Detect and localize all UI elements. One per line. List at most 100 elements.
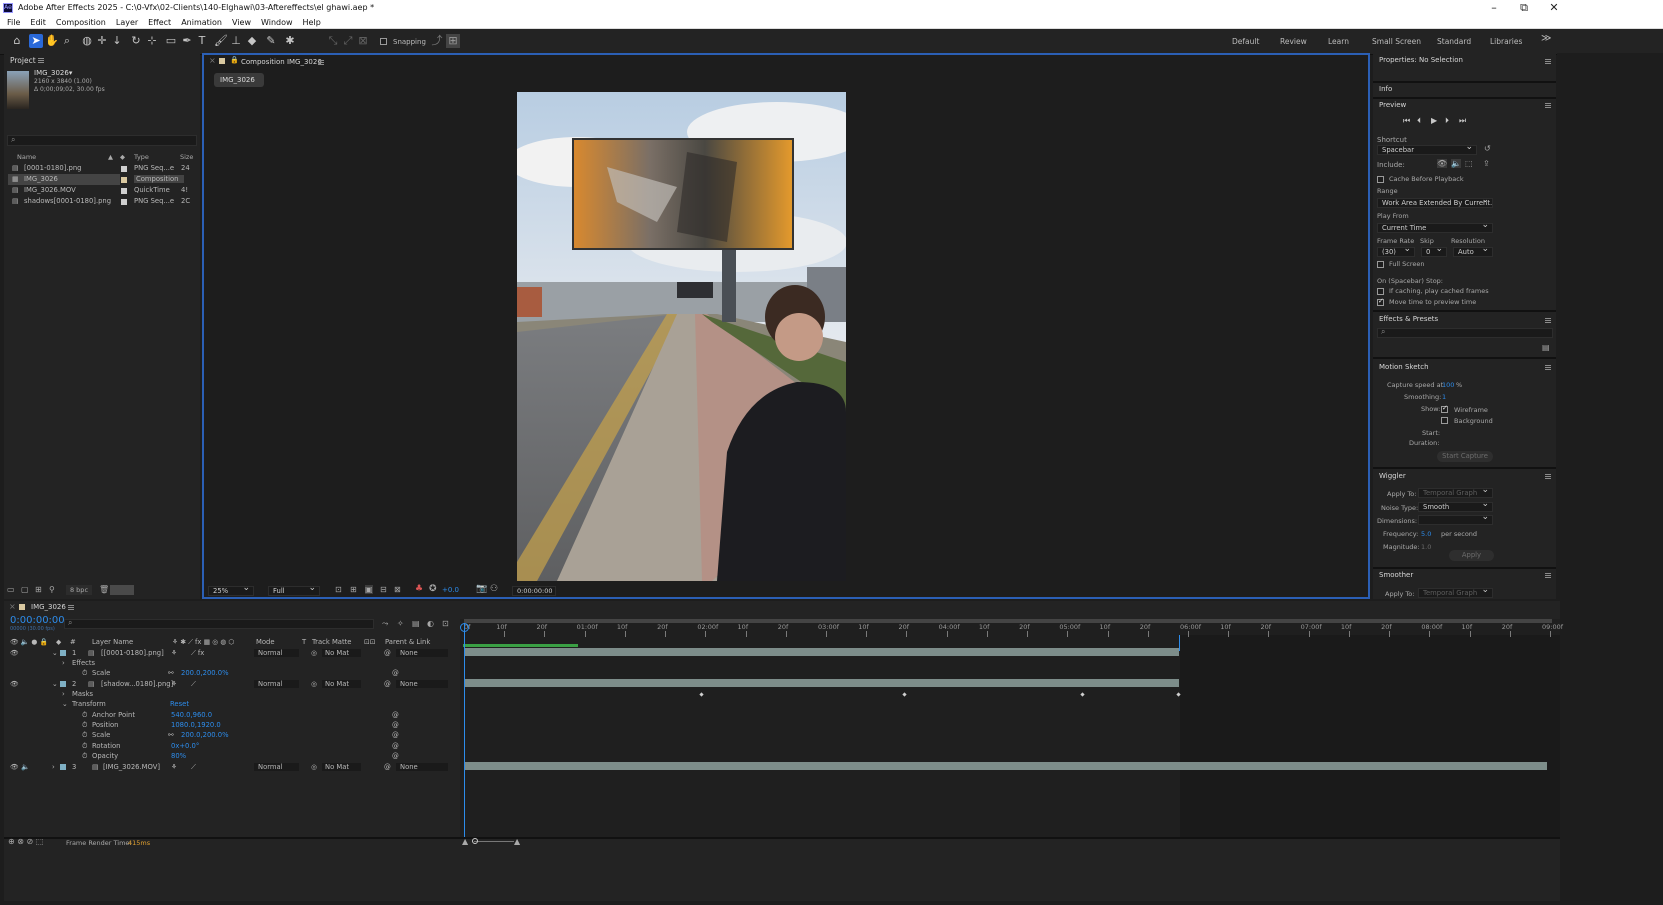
- pick-whip-icon[interactable]: @: [392, 731, 399, 739]
- smoothing-value[interactable]: 1: [1442, 393, 1446, 401]
- if-caching-checkbox[interactable]: [1377, 288, 1384, 295]
- guide-options-icon[interactable]: ⊟: [380, 585, 387, 594]
- anchor-tool-icon[interactable]: ⊹: [145, 34, 159, 48]
- workspace-overflow-icon[interactable]: ≫: [1541, 33, 1551, 44]
- property-row[interactable]: ⏱ Anchor Point 540.0,960.0 @: [8, 710, 460, 720]
- visibility-icon[interactable]: 👁: [10, 763, 19, 771]
- axis-local-icon[interactable]: ⤡: [326, 34, 340, 48]
- capture-speed-value[interactable]: 100: [1442, 381, 1454, 389]
- motion-sketch-title[interactable]: Motion Sketch: [1379, 363, 1429, 371]
- thumbnail-slider[interactable]: [110, 585, 134, 595]
- stopwatch-icon[interactable]: ⏱: [82, 752, 87, 761]
- scale-value[interactable]: 200.0,200.0%: [181, 731, 229, 739]
- track-matte-dropdown[interactable]: No Mat: [322, 680, 362, 688]
- range-dropdown[interactable]: Work Area Extended By Current...: [1377, 198, 1493, 208]
- property-row[interactable]: ⏱ Position 1080.0,1920.0 @: [8, 720, 460, 730]
- reset-link[interactable]: Reset: [170, 700, 189, 708]
- expand-icon[interactable]: ⌄: [52, 649, 58, 657]
- graph-editor-icon[interactable]: ⊡: [442, 619, 449, 628]
- timeline-search-input[interactable]: ⌕: [64, 618, 374, 629]
- layer-2-duration-bar[interactable]: [465, 679, 1179, 687]
- layer-1-duration-bar[interactable]: [465, 648, 1179, 656]
- bit-depth-button[interactable]: 8 bpc: [66, 585, 92, 595]
- collapse-arrow-icon[interactable]: ⌄: [62, 700, 68, 708]
- exposure-value[interactable]: +0.0: [442, 586, 459, 594]
- property-row[interactable]: ⏱ Opacity 80% @: [8, 751, 460, 761]
- pan-tool-icon[interactable]: ✛: [95, 34, 109, 48]
- stopwatch-icon[interactable]: ⏱: [82, 721, 87, 730]
- project-row[interactable]: ▤ [0001-0180].png PNG Seq...e 24: [8, 163, 196, 174]
- masks-group-row[interactable]: › Masks: [8, 689, 460, 699]
- smoother-title[interactable]: Smoother: [1379, 571, 1413, 579]
- timeline-tab[interactable]: IMG_3026: [31, 603, 66, 611]
- draft-3d-icon[interactable]: ✧: [397, 619, 404, 628]
- project-row[interactable]: ▤ IMG_3026.MOV QuickTime 4!: [8, 185, 196, 196]
- wiggler-title[interactable]: Wiggler: [1379, 472, 1406, 480]
- pick-whip-icon[interactable]: @: [392, 669, 399, 677]
- track-matte-dropdown[interactable]: No Mat: [322, 649, 362, 657]
- brush-tool-icon[interactable]: 🖌: [214, 34, 228, 48]
- wiggler-apply-button[interactable]: Apply: [1449, 550, 1494, 561]
- smoother-apply-to-dropdown[interactable]: Temporal Graph: [1418, 588, 1493, 598]
- audio-icon[interactable]: 🔈: [21, 763, 29, 771]
- properties-title[interactable]: Properties: No Selection: [1379, 56, 1463, 64]
- properties-menu-icon[interactable]: [1545, 59, 1551, 64]
- parent-dropdown[interactable]: None: [396, 680, 448, 688]
- show-snapshot-icon[interactable]: ⚇: [490, 584, 498, 594]
- menu-edit[interactable]: Edit: [30, 18, 46, 27]
- menu-composition[interactable]: Composition: [56, 18, 106, 27]
- pen-tool-icon[interactable]: ✒: [180, 34, 194, 48]
- workspace-review[interactable]: Review: [1280, 37, 1307, 46]
- stopwatch-icon[interactable]: ⏱: [82, 669, 87, 678]
- axis-world-icon[interactable]: ⤢: [341, 34, 355, 48]
- quality-switch-icon[interactable]: ⟋: [191, 680, 196, 689]
- start-capture-button[interactable]: Start Capture: [1437, 451, 1493, 462]
- resolution-dropdown[interactable]: Auto: [1453, 247, 1493, 257]
- close-tab-icon[interactable]: ×: [209, 56, 216, 65]
- current-time-indicator[interactable]: [464, 623, 465, 837]
- frequency-value[interactable]: 5.0: [1421, 530, 1431, 538]
- clone-stamp-icon[interactable]: ⊥: [229, 34, 243, 48]
- export-icon[interactable]: ⇪: [1483, 159, 1490, 168]
- reset-shortcut-icon[interactable]: ↺: [1484, 144, 1491, 153]
- label-column-icon[interactable]: ◆: [120, 153, 125, 161]
- expand-arrow-icon[interactable]: ›: [62, 690, 65, 698]
- exposure-icon[interactable]: ✪: [429, 584, 437, 594]
- channel-icon[interactable]: ⊠: [394, 585, 401, 594]
- expand-arrow-icon[interactable]: ›: [62, 659, 65, 667]
- frame-rate-dropdown[interactable]: (30): [1377, 247, 1415, 257]
- pick-whip-icon[interactable]: @: [392, 721, 399, 729]
- menu-file[interactable]: File: [7, 18, 20, 27]
- timeline-zoom-thumb[interactable]: [472, 838, 478, 844]
- zoom-out-icon[interactable]: ▲: [462, 837, 468, 846]
- transform-group-row[interactable]: ⌄ Transform Reset: [8, 699, 460, 709]
- last-frame-icon[interactable]: ⏭: [1459, 116, 1466, 126]
- snapping-checkbox[interactable]: [380, 38, 387, 45]
- interpret-footage-icon[interactable]: ▭: [7, 585, 15, 594]
- effects-presets-title[interactable]: Effects & Presets: [1379, 315, 1438, 323]
- collapse-switch-icon[interactable]: ⚘: [171, 763, 177, 771]
- transparency-grid-icon[interactable]: ⊞: [350, 585, 357, 594]
- layer-row[interactable]: 👁 ⌄ 2 ▤ [shadow...0180].png] ⚘ ⟋ Normal …: [8, 679, 460, 689]
- minimize-button[interactable]: –: [1478, 0, 1510, 16]
- new-composition-icon[interactable]: ⊞: [35, 585, 42, 594]
- puppet-pin-icon[interactable]: ✱: [283, 34, 297, 48]
- previous-frame-icon[interactable]: ⏴: [1417, 116, 1421, 126]
- play-icon[interactable]: ▶: [1431, 116, 1437, 125]
- snapshot-icon[interactable]: 📷: [476, 584, 487, 594]
- dimensions-dropdown[interactable]: [1418, 515, 1493, 525]
- preview-title[interactable]: Preview: [1379, 101, 1406, 109]
- resolution-dropdown[interactable]: Full: [268, 586, 320, 596]
- collapse-switch-icon[interactable]: ⚘: [171, 649, 177, 657]
- info-title[interactable]: Info: [1379, 85, 1392, 93]
- full-screen-checkbox[interactable]: [1377, 261, 1384, 268]
- workspace-default[interactable]: Default: [1232, 37, 1259, 46]
- collapse-switch-icon[interactable]: ⚘: [171, 680, 177, 688]
- layer-name-header[interactable]: Layer Name: [92, 638, 133, 646]
- project-panel-title[interactable]: Project: [10, 56, 36, 65]
- new-folder-icon[interactable]: ▢: [21, 585, 29, 594]
- layer-row[interactable]: 👁 🔈 › 3 ▤ [IMG_3026.MOV] ⚘ ⟋ Normal ◎ No…: [8, 762, 460, 772]
- workspace-libraries[interactable]: Libraries: [1490, 37, 1522, 46]
- quality-switch-icon[interactable]: ⟋ fx: [191, 649, 204, 658]
- pick-whip-icon[interactable]: @: [384, 680, 391, 688]
